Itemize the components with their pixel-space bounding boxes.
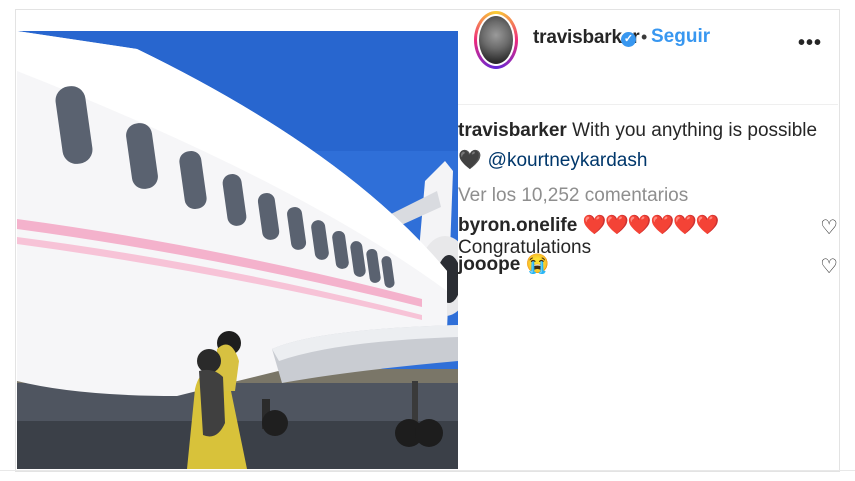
- more-options-icon[interactable]: •••: [798, 32, 822, 55]
- comment-item: jooope 😭 ♡: [458, 252, 838, 279]
- comment-emojis: ❤️❤️❤️❤️❤️❤️: [582, 215, 720, 236]
- avatar[interactable]: [474, 11, 518, 69]
- jet-couple-image: [17, 31, 458, 469]
- post-caption: travisbarker With you anything is possib…: [458, 116, 828, 176]
- verified-badge-icon: ✓: [621, 32, 636, 47]
- header-separator: •: [641, 27, 648, 47]
- black-heart-emoji: 🖤: [458, 150, 482, 171]
- comment-username[interactable]: jooope: [458, 254, 520, 275]
- like-comment-icon[interactable]: ♡: [820, 254, 838, 279]
- comment-username[interactable]: byron.onelife: [458, 215, 577, 236]
- like-comment-icon[interactable]: ♡: [820, 215, 838, 240]
- caption-username[interactable]: travisbarker: [458, 120, 567, 141]
- caption-text: With you anything is possible: [572, 120, 818, 141]
- comment-emojis: 😭: [525, 254, 550, 275]
- post-photo[interactable]: [17, 31, 458, 469]
- avatar-image: [479, 16, 513, 64]
- bottom-divider: [0, 470, 855, 471]
- post-sidebar: travisbarker ✓ • Seguir ••• travisbarker…: [458, 10, 838, 470]
- view-comments-link[interactable]: Ver los 10,252 comentarios: [458, 185, 688, 207]
- caption-mention[interactable]: @kourtneykardash: [488, 150, 648, 171]
- follow-button[interactable]: Seguir: [651, 26, 710, 48]
- post-header: travisbarker ✓ • Seguir •••: [458, 10, 838, 105]
